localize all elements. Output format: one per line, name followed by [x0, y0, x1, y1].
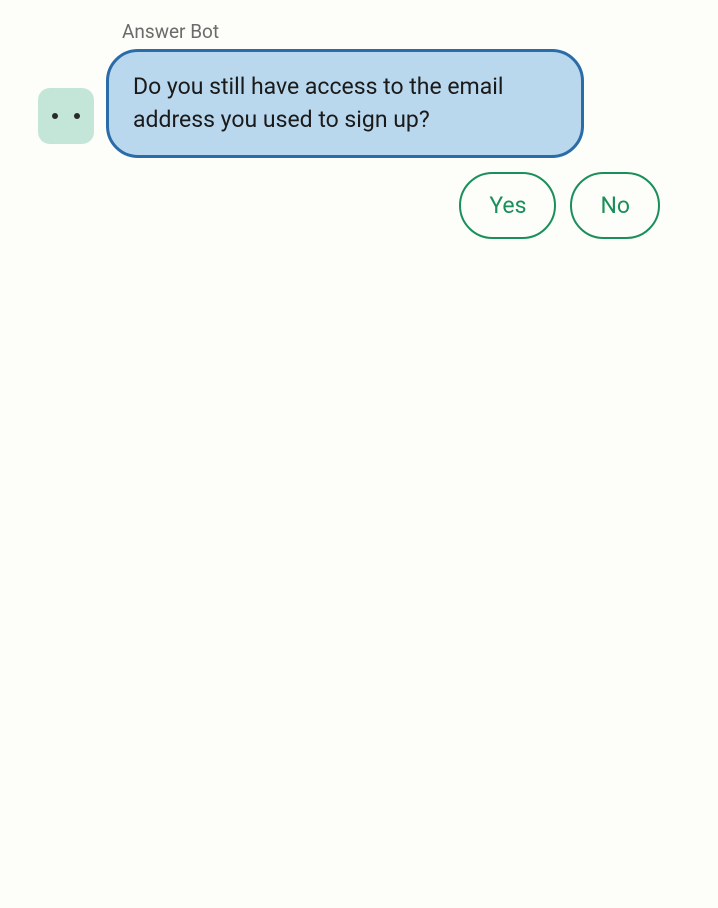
- no-button[interactable]: No: [570, 172, 660, 239]
- avatar-eye-left-icon: [52, 113, 58, 119]
- bot-avatar-icon: [38, 88, 94, 144]
- sender-name: Answer Bot: [122, 20, 680, 43]
- avatar-eye-right-icon: [74, 113, 80, 119]
- bot-message-text: Do you still have access to the email ad…: [133, 73, 503, 133]
- yes-button[interactable]: Yes: [459, 172, 556, 239]
- chat-container: Answer Bot Do you still have access to t…: [0, 0, 718, 259]
- message-row: Do you still have access to the email ad…: [38, 49, 680, 158]
- quick-replies: Yes No: [38, 172, 680, 239]
- bot-message-bubble: Do you still have access to the email ad…: [106, 49, 584, 158]
